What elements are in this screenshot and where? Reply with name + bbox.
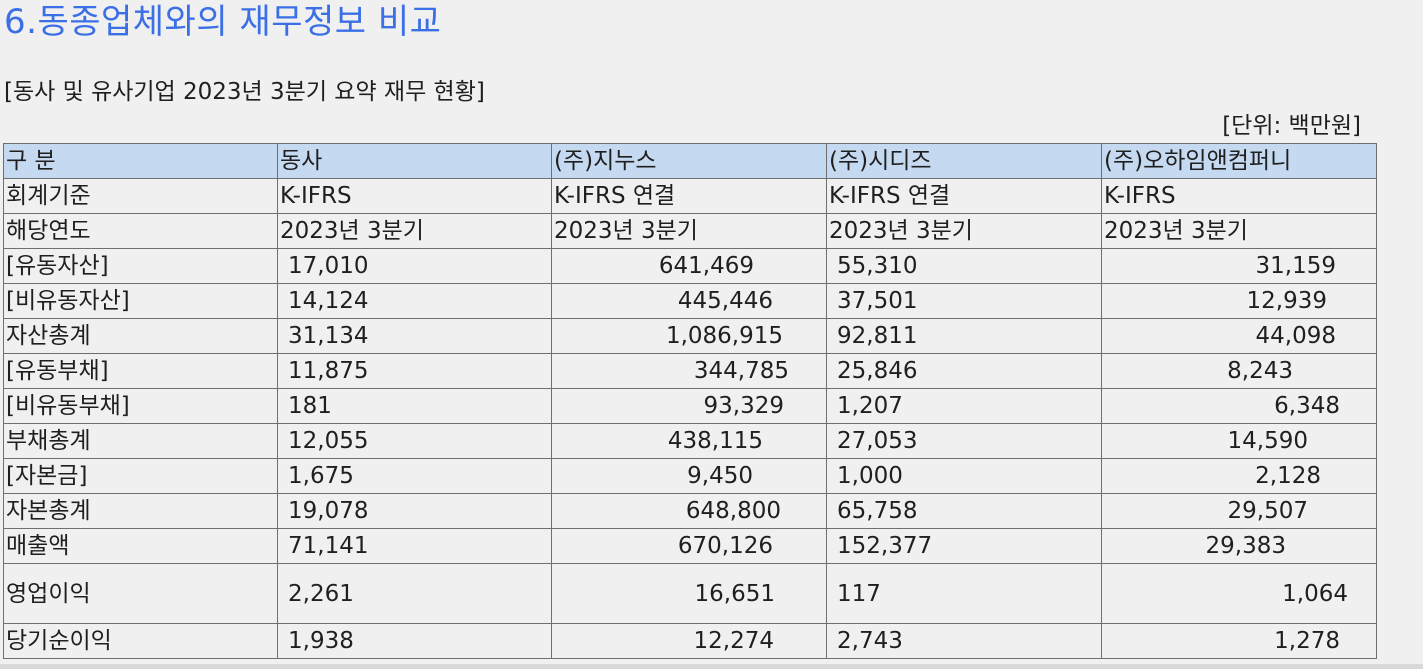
table-row: 매출액 71,141 670,126 152,377 29,383 [3,528,1377,564]
table-cell: 1,000 [826,458,1102,494]
table-cell: 152,377 [826,528,1102,564]
table-cell: 93,329 [551,388,827,424]
table-cell: 55,310 [826,248,1102,284]
table-row: 자본총계 19,078 648,800 65,758 29,507 [3,493,1377,529]
table-row: [유동부채] 11,875 344,785 25,846 8,243 [3,353,1377,389]
table-cell: 1,938 [277,623,552,659]
row-label: 부채총계 [3,423,278,459]
row-label: 자본총계 [3,493,278,529]
unit-label: [단위: 백만원] [1222,113,1361,139]
table-cell: 65,758 [826,493,1102,529]
page-bottom-divider [0,664,1423,669]
table-caption: [동사 및 유사기업 2023년 3분기 요약 재무 현황] [4,79,485,105]
header-cell: (주)지누스 [551,143,827,179]
table-cell: K-IFRS 연결 [551,178,827,214]
table-cell: 14,590 [1101,423,1377,459]
table-cell: 12,939 [1101,283,1377,319]
row-label: 매출액 [3,528,278,564]
table-row: 부채총계 12,055 438,115 27,053 14,590 [3,423,1377,459]
table-cell: 12,055 [277,423,552,459]
table-cell: 31,134 [277,318,552,354]
table-cell: 11,875 [277,353,552,389]
table-cell: 1,675 [277,458,552,494]
table-cell: 344,785 [551,353,827,389]
table-row: 영업이익 2,261 16,651 117 1,064 [3,563,1377,624]
table-cell: 1,086,915 [551,318,827,354]
table-cell: 14,124 [277,283,552,319]
row-label: 당기순이익 [3,623,278,659]
table-cell: 31,159 [1101,248,1377,284]
row-label: 해당연도 [3,213,278,249]
table-cell: 181 [277,388,552,424]
table-cell: 19,078 [277,493,552,529]
table-cell: 25,846 [826,353,1102,389]
table-cell: 2,261 [277,563,552,624]
table-cell: 648,800 [551,493,827,529]
table-cell: 92,811 [826,318,1102,354]
table-row: [자본금] 1,675 9,450 1,000 2,128 [3,458,1377,494]
row-label: [자본금] [3,458,278,494]
table-cell: 37,501 [826,283,1102,319]
table-cell: 2,128 [1101,458,1377,494]
table-cell: 445,446 [551,283,827,319]
table-cell: 2023년 3분기 [826,213,1102,249]
table-cell: 27,053 [826,423,1102,459]
table-row: 회계기준 K-IFRS K-IFRS 연결 K-IFRS 연결 K-IFRS [3,178,1377,214]
table-cell: 8,243 [1101,353,1377,389]
table-cell: 117 [826,563,1102,624]
table-row: 당기순이익 1,938 12,274 2,743 1,278 [3,623,1377,659]
table-cell: 71,141 [277,528,552,564]
row-label: [유동부채] [3,353,278,389]
table-cell: 1,207 [826,388,1102,424]
table-cell: 2023년 3분기 [1101,213,1377,249]
table-cell: 17,010 [277,248,552,284]
row-label: 회계기준 [3,178,278,214]
table-row: [비유동부채] 181 93,329 1,207 6,348 [3,388,1377,424]
table-cell: 44,098 [1101,318,1377,354]
table-cell: 6,348 [1101,388,1377,424]
row-label: [비유동자산] [3,283,278,319]
table-row: [비유동자산] 14,124 445,446 37,501 12,939 [3,283,1377,319]
header-cell: (주)시디즈 [826,143,1102,179]
table-cell: K-IFRS [277,178,552,214]
table-cell: 12,274 [551,623,827,659]
table-header-row: 구 분 동사 (주)지누스 (주)시디즈 (주)오하임앤컴퍼니 [3,143,1377,179]
table-cell: K-IFRS 연결 [826,178,1102,214]
row-label: [비유동부채] [3,388,278,424]
table-cell: 641,469 [551,248,827,284]
header-cell: (주)오하임앤컴퍼니 [1101,143,1377,179]
table-row: 해당연도 2023년 3분기 2023년 3분기 2023년 3분기 2023년… [3,213,1377,249]
table-row: [유동자산] 17,010 641,469 55,310 31,159 [3,248,1377,284]
table-cell: 2,743 [826,623,1102,659]
table-cell: 16,651 [551,563,827,624]
table-cell: 2023년 3분기 [277,213,552,249]
table-cell: 2023년 3분기 [551,213,827,249]
financial-comparison-table: 구 분 동사 (주)지누스 (주)시디즈 (주)오하임앤컴퍼니 회계기준 K-I… [3,143,1377,659]
table-row: 자산총계 31,134 1,086,915 92,811 44,098 [3,318,1377,354]
table-cell: 9,450 [551,458,827,494]
header-cell: 동사 [277,143,552,179]
table-cell: 670,126 [551,528,827,564]
row-label: 영업이익 [3,563,278,624]
row-label: [유동자산] [3,248,278,284]
table-cell: 29,507 [1101,493,1377,529]
section-title: 6.동종업체와의 재무정보 비교 [4,2,442,42]
table-cell: 1,064 [1101,563,1377,624]
table-cell: 1,278 [1101,623,1377,659]
table-cell: 438,115 [551,423,827,459]
table-cell: 29,383 [1101,528,1377,564]
row-label: 자산총계 [3,318,278,354]
header-cell: 구 분 [3,143,278,179]
table-cell: K-IFRS [1101,178,1377,214]
